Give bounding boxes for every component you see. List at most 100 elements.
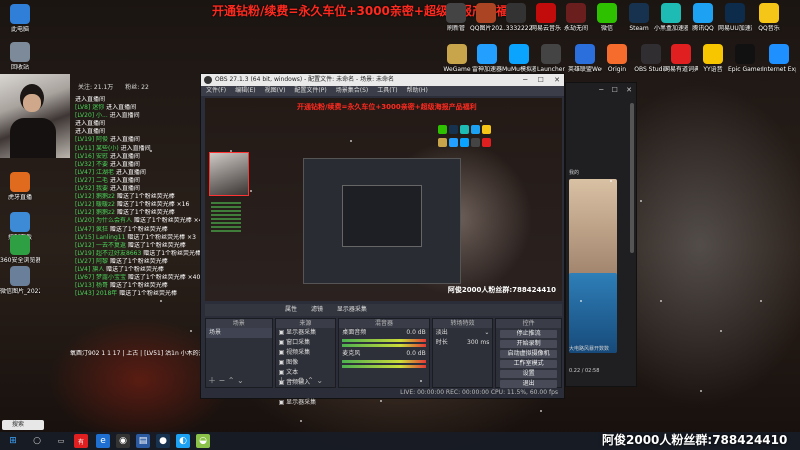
filters-button[interactable]: 滤镜 [311,306,323,313]
browser-scrollbar[interactable] [630,103,634,253]
browser-titlebar[interactable]: ─ ☐ ✕ [566,83,636,97]
desktop-icon[interactable]: 微信图片_2022062... [0,266,40,295]
obs-window[interactable]: OBS 27.1.3 (64 bit, windows) - 配置文件: 未命名… [200,73,565,406]
desktop-icon[interactable]: WeGame [440,44,474,73]
desktop-icon[interactable]: Epic Games Launcher [728,44,762,73]
chat-user: [LV19] 超不过好友8663 [75,249,144,257]
search-icon[interactable]: ○ [30,434,44,448]
minimize-icon[interactable]: ─ [599,86,603,94]
desktop-icon[interactable]: QQ音乐 [752,3,786,32]
desktop-icon[interactable]: 360安全浏览器 [0,235,40,264]
edge-icon[interactable]: e [96,434,110,448]
steam-icon[interactable]: ● [156,434,170,448]
obs-icon[interactable]: ◉ [116,434,130,448]
obs-control-button[interactable]: 启动虚拟摄像机 [500,350,557,358]
maximize-icon[interactable]: ☐ [612,86,618,94]
source-add-icon[interactable]: ＋ − ⚙ ⌃ ⌄ [278,375,323,386]
desktop-icon[interactable]: 英雄联盟WeGame版 [568,44,602,73]
desktop-icon[interactable]: Origin [600,44,634,73]
source-item[interactable]: ▣ 窗口采集 [276,338,336,348]
scene-add-icon[interactable]: ＋ − ⌃ ⌄ [208,375,244,386]
obs-preview[interactable]: 开通钻粉/续费=永久车位+3000亲密+超级海报产品福利 阿俊2000人粉丝群:… [205,98,562,301]
obs-control-button[interactable]: 退出 [500,380,557,388]
spark-particle [480,120,482,122]
chat-text: 进入直播间 [109,185,140,193]
controls-dock-title: 控件 [496,319,561,328]
windows-start-icon[interactable]: ⊞ [6,434,20,448]
chat-message: [LV19] 超不过好友8663 赠送了1个粉丝荧光棒 [75,250,207,258]
desktop-icon[interactable]: ...3332222... [500,3,532,32]
chat-user: [LV47] 江湖老 [75,168,116,176]
desktop-icon[interactable]: 网易有道词典 [664,44,698,73]
source-item[interactable]: ▣ 显示器采集 [276,398,336,408]
maximize-icon[interactable]: ☐ [538,76,544,84]
desktop-icon[interactable]: 刷新管 [440,3,472,32]
source-item[interactable]: ▣ 视频采集 [276,348,336,358]
desktop-icon-label: 英雄联盟WeGame版 [568,66,602,73]
desktop-icon[interactable]: Internet Explorer [762,44,796,73]
chat-message: [LV16] 安慰 进入直播间 [75,153,207,161]
chat-text: 赠送了1个粉丝荧光棒 ×40 [127,274,201,282]
obs-menu-item[interactable]: 编辑(E) [235,87,255,94]
desktop-icon[interactable]: 此电脑 [0,4,40,33]
desktop-icon[interactable]: 永劫无间 [560,3,592,32]
desktop-icon-label: Steam [629,25,649,32]
chat-message: [LV12] 暖暖z2 赠送了1个粉丝荧光棒 ×16 [75,201,207,209]
thumbnail-2[interactable] [569,273,617,353]
preview-banner: 开通钻粉/续费=永久车位+3000亲密+超级海报产品福利 [297,103,477,111]
desktop-icon[interactable]: OBS Studio [634,44,668,73]
chat-text: 进入直播间 [109,176,140,184]
desktop-icon[interactable]: MuMu模拟器 [502,44,536,73]
transition-duration[interactable]: 时长 300 ms [433,338,493,348]
obs-menu-item[interactable]: 场景集合(S) [336,87,369,94]
browser-window[interactable]: ─ ☐ ✕ 我的 大电路风暴开数数 0.22 / 02:58 [565,82,637,387]
browser-icon[interactable]: ◐ [176,434,190,448]
obs-menu-item[interactable]: 帮助(H) [407,87,428,94]
chat-user: [LV67] 梦露小宝宝 [75,274,128,282]
desktop-icon[interactable]: QQ图片20211223... [470,3,502,32]
desktop-icon[interactable]: 回收站 [0,42,40,71]
desktop-icon[interactable]: YY语音 [696,44,730,73]
desktop-icon-label: ...3332222... [500,25,532,32]
source-item[interactable]: ▣ 显示器采集 [276,328,336,338]
obs-titlebar[interactable]: OBS 27.1.3 (64 bit, windows) - 配置文件: 未命名… [201,74,564,86]
obs-statusbar: LIVE: 00:00:00 REC: 00:00:00 CPU: 11.5%,… [201,388,564,398]
taskbar-search-pill[interactable]: 搜索 [2,420,44,430]
close-icon[interactable]: ✕ [554,76,560,84]
transition-select[interactable]: 淡出 ⌄ [433,328,493,338]
obs-control-button[interactable]: 停止推流 [500,330,557,338]
close-icon[interactable]: ✕ [626,86,632,94]
properties-button[interactable]: 属性 [285,306,297,313]
source-item[interactable]: ▣ 图像 [276,358,336,368]
obs-control-button[interactable]: 开始录制 [500,340,557,348]
chat-text: 进入直播间 [115,168,146,176]
chat-text: 赠送了1个粉丝荧光棒 ×16 [116,201,190,209]
desktop-icon[interactable]: 微信 [590,3,624,32]
obs-control-button[interactable]: 设置 [500,370,557,378]
scene-item[interactable]: 场景 [206,328,272,338]
obs-menu-item[interactable]: 视图(V) [265,87,286,94]
desktop-icon[interactable]: 小黑盒加速器 [654,3,688,32]
app-icon[interactable]: ◒ [196,434,210,448]
task-view-icon[interactable]: ▭ [54,434,68,448]
minimize-icon[interactable]: ─ [523,76,527,84]
netease-music-icon [536,3,556,23]
obs-menu-item[interactable]: 工具(T) [377,87,397,94]
desktop-icon[interactable]: Steam [622,3,656,32]
youdao-icon[interactable]: 有 [74,434,88,448]
controls-dock: 控件 停止推流开始录制启动虚拟摄像机 工作室模式设置退出 [495,318,562,388]
obs-control-button[interactable]: 工作室模式 [500,360,557,368]
spark-particle [540,410,542,412]
desktop-icon[interactable]: 腾讯QQ [686,3,720,32]
desktop-icon[interactable]: 雷神加速器 [470,44,504,73]
chat-text: 进入直播间 [75,120,106,128]
desktop-icon[interactable]: 虎牙直播 [0,172,40,201]
desktop-icon[interactable]: 网易云音乐 [530,3,562,32]
chat-message: [LV27] 阿黎 赠送了1个粉丝荧光棒 [75,258,207,266]
desktop-icon[interactable]: Launcher [534,44,568,73]
obs-menu-item[interactable]: 配置文件(P) [294,87,326,94]
explorer-icon[interactable]: ▤ [136,434,150,448]
obs-menu-item[interactable]: 文件(F) [206,87,226,94]
desktop-icon-label: Origin [607,66,627,73]
desktop-icon[interactable]: 网易UU加速器 [718,3,752,32]
